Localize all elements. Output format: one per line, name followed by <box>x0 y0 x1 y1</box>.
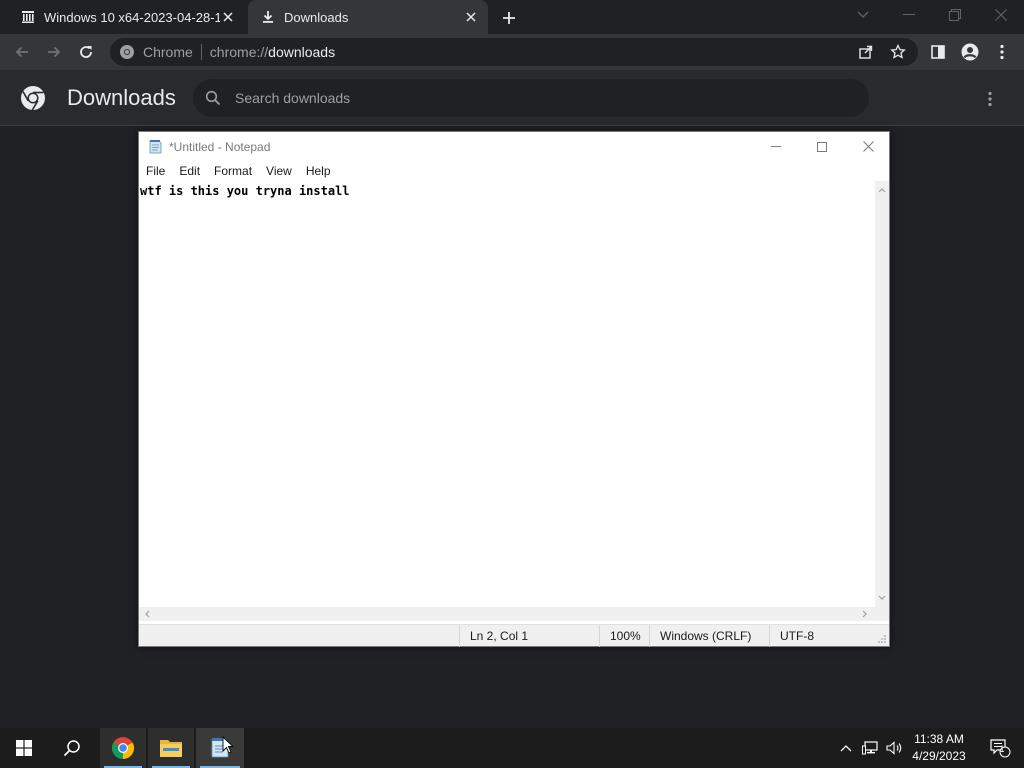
taskbar-notepad[interactable] <box>196 728 244 768</box>
scrollbar-corner <box>875 607 889 621</box>
tab-label: Windows 10 x64-2023-04-28-18 <box>44 9 220 25</box>
menu-bar: File Edit Format View Help <box>139 161 889 181</box>
horizontal-scrollbar[interactable] <box>139 607 875 621</box>
menu-view[interactable]: View <box>259 164 299 178</box>
menu-format[interactable]: Format <box>207 164 259 178</box>
editor-area[interactable]: wtf is this you tryna install <box>139 181 875 607</box>
download-icon <box>260 9 276 25</box>
tab-windows10[interactable]: Windows 10 x64-2023-04-28-18 <box>0 0 246 34</box>
vertical-scrollbar[interactable] <box>875 181 889 607</box>
notification-count: 1 <box>999 744 1005 754</box>
url-path: downloads <box>268 44 336 60</box>
notepad-window: *Untitled - Notepad File Edit Format Vie… <box>138 131 890 647</box>
search-box[interactable] <box>193 79 869 117</box>
status-bar: Ln 2, Col 1 100% Windows (CRLF) UTF-8 <box>139 624 889 647</box>
clock-time: 11:38 AM <box>914 732 964 746</box>
minimize-icon[interactable] <box>753 132 799 161</box>
network-status-button[interactable] <box>860 728 882 768</box>
search-icon <box>63 740 80 757</box>
encoding: UTF-8 <box>769 625 875 647</box>
profile-icon[interactable] <box>958 40 982 64</box>
notepad-icon <box>147 139 163 155</box>
tab-search-icon[interactable] <box>850 4 876 26</box>
downloads-more-icon[interactable] <box>978 87 1002 111</box>
close-icon[interactable] <box>463 9 479 25</box>
tab-label: Downloads <box>284 9 349 25</box>
chevron-up-icon <box>840 745 852 752</box>
scroll-up-icon[interactable] <box>878 187 886 193</box>
divider <box>200 44 202 60</box>
forward-button[interactable] <box>42 40 66 64</box>
close-icon[interactable] <box>845 132 891 161</box>
bookmark-star-icon[interactable] <box>886 40 910 64</box>
window-title: *Untitled - Notepad <box>169 139 271 154</box>
close-window-icon[interactable] <box>988 4 1014 26</box>
resize-grip-icon[interactable] <box>877 634 887 644</box>
network-icon <box>862 741 878 755</box>
speaker-icon <box>886 741 902 755</box>
windows-logo-icon <box>16 740 32 756</box>
page-title: Downloads <box>67 85 176 110</box>
taskbar-search-button[interactable] <box>48 728 96 768</box>
scroll-right-icon[interactable] <box>862 610 868 618</box>
site-chip: Chrome <box>143 44 193 60</box>
tab-strip: Windows 10 x64-2023-04-28-18 Downloads <box>0 0 1024 34</box>
downloads-header: Downloads <box>0 70 1024 126</box>
folder-icon <box>160 740 182 757</box>
more-menu-icon[interactable] <box>990 40 1014 64</box>
menu-file[interactable]: File <box>139 164 172 178</box>
browser-toolbar: Chrome chrome://downloads <box>0 34 1024 70</box>
reload-button[interactable] <box>74 40 98 64</box>
mouse-cursor-icon <box>222 736 234 754</box>
url-scheme: chrome:// <box>209 44 269 60</box>
show-hidden-icons-button[interactable] <box>836 728 856 768</box>
taskbar-chrome[interactable] <box>100 728 146 768</box>
start-button[interactable] <box>0 728 48 768</box>
menu-edit[interactable]: Edit <box>172 164 207 178</box>
menu-help[interactable]: Help <box>299 164 338 178</box>
maximize-icon[interactable] <box>799 132 845 161</box>
volume-button[interactable] <box>884 728 906 768</box>
search-input[interactable] <box>235 90 835 106</box>
side-panel-icon[interactable] <box>926 40 950 64</box>
close-icon[interactable] <box>220 9 236 25</box>
taskbar-file-explorer[interactable] <box>148 728 194 768</box>
chrome-logo-icon <box>119 44 135 60</box>
share-icon[interactable] <box>854 40 878 64</box>
new-tab-button[interactable] <box>498 7 520 29</box>
chrome-icon <box>112 737 134 759</box>
restore-icon[interactable] <box>942 4 968 26</box>
chrome-logo-icon <box>20 85 46 111</box>
zoom-level: 100% <box>599 625 649 647</box>
search-icon <box>205 90 221 106</box>
minimize-icon[interactable] <box>896 4 922 26</box>
cursor-position: Ln 2, Col 1 <box>459 625 599 647</box>
address-bar[interactable]: Chrome chrome://downloads <box>110 38 918 66</box>
system-clock[interactable]: 11:38 AM 4/29/2023 <box>904 731 974 765</box>
museum-icon <box>20 9 36 25</box>
scroll-left-icon[interactable] <box>144 610 150 618</box>
scroll-down-icon[interactable] <box>878 595 886 601</box>
action-center-button[interactable]: 1 <box>976 728 1024 768</box>
taskbar: 11:38 AM 4/29/2023 1 <box>0 728 1024 768</box>
text-editor[interactable]: wtf is this you tryna install <box>139 181 875 607</box>
back-button[interactable] <box>10 40 34 64</box>
clock-date: 4/29/2023 <box>912 749 966 763</box>
line-ending: Windows (CRLF) <box>649 625 769 647</box>
tab-downloads[interactable]: Downloads <box>248 0 488 34</box>
